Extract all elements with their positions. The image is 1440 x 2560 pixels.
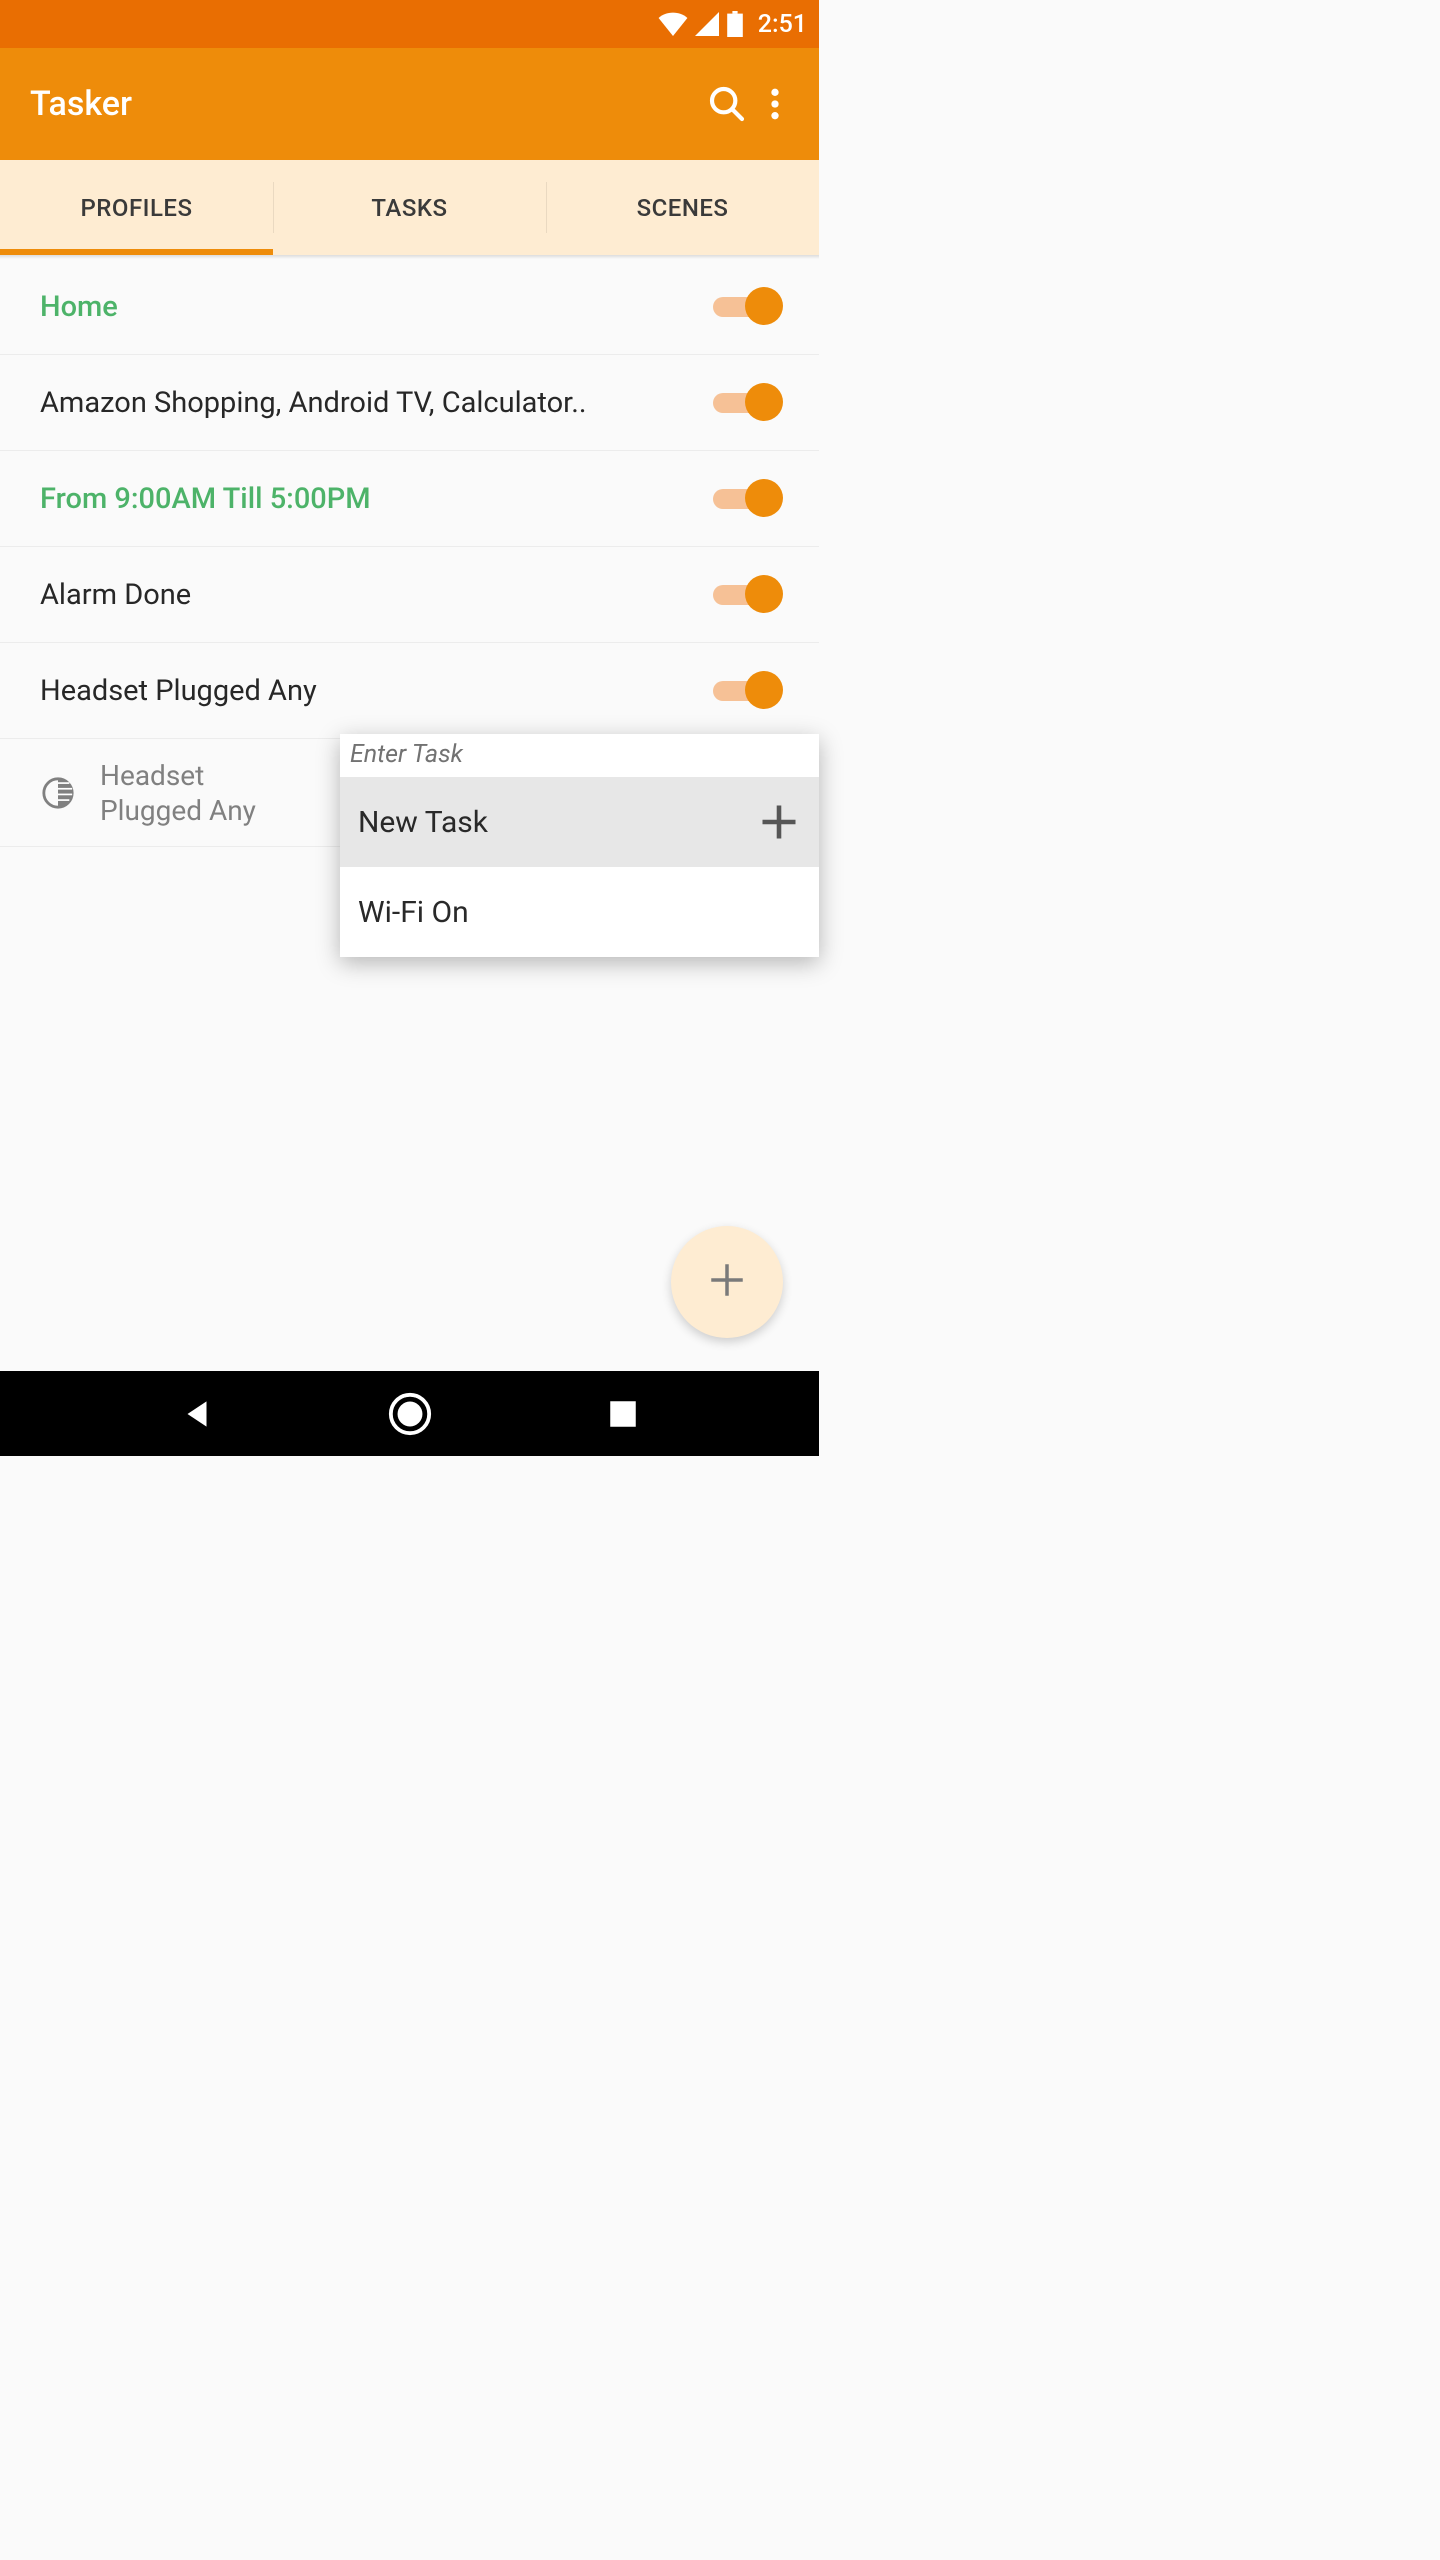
- profile-label: From 9:00AM Till 5:00PM: [40, 482, 713, 516]
- profile-toggle[interactable]: [713, 288, 779, 326]
- home-button[interactable]: [380, 1384, 440, 1444]
- tab-label: PROFILES: [80, 194, 192, 222]
- profile-toggle[interactable]: [713, 576, 779, 614]
- popup-item-new-task[interactable]: New Task: [340, 777, 819, 867]
- popup-header: Enter Task: [340, 734, 819, 777]
- profile-row-alarm[interactable]: Alarm Done: [0, 547, 819, 643]
- profile-toggle[interactable]: [713, 384, 779, 422]
- tab-bar: PROFILES TASKS SCENES: [0, 160, 819, 255]
- status-time: 2:51: [758, 10, 807, 39]
- cell-signal-icon: [694, 12, 720, 36]
- plus-icon: [706, 1259, 748, 1305]
- plus-icon: [757, 800, 801, 844]
- profile-row-apps[interactable]: Amazon Shopping, Android TV, Calculator.…: [0, 355, 819, 451]
- popup-item-label: New Task: [358, 805, 757, 840]
- profile-row-time[interactable]: From 9:00AM Till 5:00PM: [0, 451, 819, 547]
- profile-label: Alarm Done: [40, 578, 713, 612]
- app-bar: Tasker: [0, 48, 819, 160]
- tab-profiles[interactable]: PROFILES: [0, 160, 273, 255]
- app-title: Tasker: [30, 84, 703, 124]
- popup-item-wifi-on[interactable]: Wi-Fi On: [340, 867, 819, 957]
- status-bar: 2:51: [0, 0, 819, 48]
- profile-label: Home: [40, 290, 713, 324]
- profile-label: Headset Plugged Any: [40, 674, 713, 708]
- tab-indicator: [0, 249, 273, 255]
- tab-tasks[interactable]: TASKS: [273, 160, 546, 255]
- back-button[interactable]: [167, 1384, 227, 1444]
- navigation-bar: [0, 1371, 819, 1456]
- profile-row-home[interactable]: Home: [0, 259, 819, 355]
- enter-task-popup: Enter Task New Task Wi-Fi On: [340, 734, 819, 957]
- add-fab[interactable]: [671, 1226, 783, 1338]
- profile-condition-label: Headset Plugged Any: [100, 758, 300, 828]
- overflow-menu-icon[interactable]: [751, 84, 799, 124]
- profile-toggle[interactable]: [713, 480, 779, 518]
- tab-scenes[interactable]: SCENES: [546, 160, 819, 255]
- battery-icon: [726, 11, 744, 37]
- profile-toggle[interactable]: [713, 672, 779, 710]
- tab-label: SCENES: [637, 194, 729, 222]
- search-icon[interactable]: [703, 84, 751, 124]
- profile-row-headset[interactable]: Headset Plugged Any: [0, 643, 819, 739]
- recent-apps-button[interactable]: [593, 1384, 653, 1444]
- tab-label: TASKS: [371, 194, 447, 222]
- popup-item-label: Wi-Fi On: [358, 895, 801, 930]
- profile-label: Amazon Shopping, Android TV, Calculator.…: [40, 386, 713, 420]
- wifi-icon: [658, 12, 688, 36]
- half-circle-icon: [40, 776, 76, 810]
